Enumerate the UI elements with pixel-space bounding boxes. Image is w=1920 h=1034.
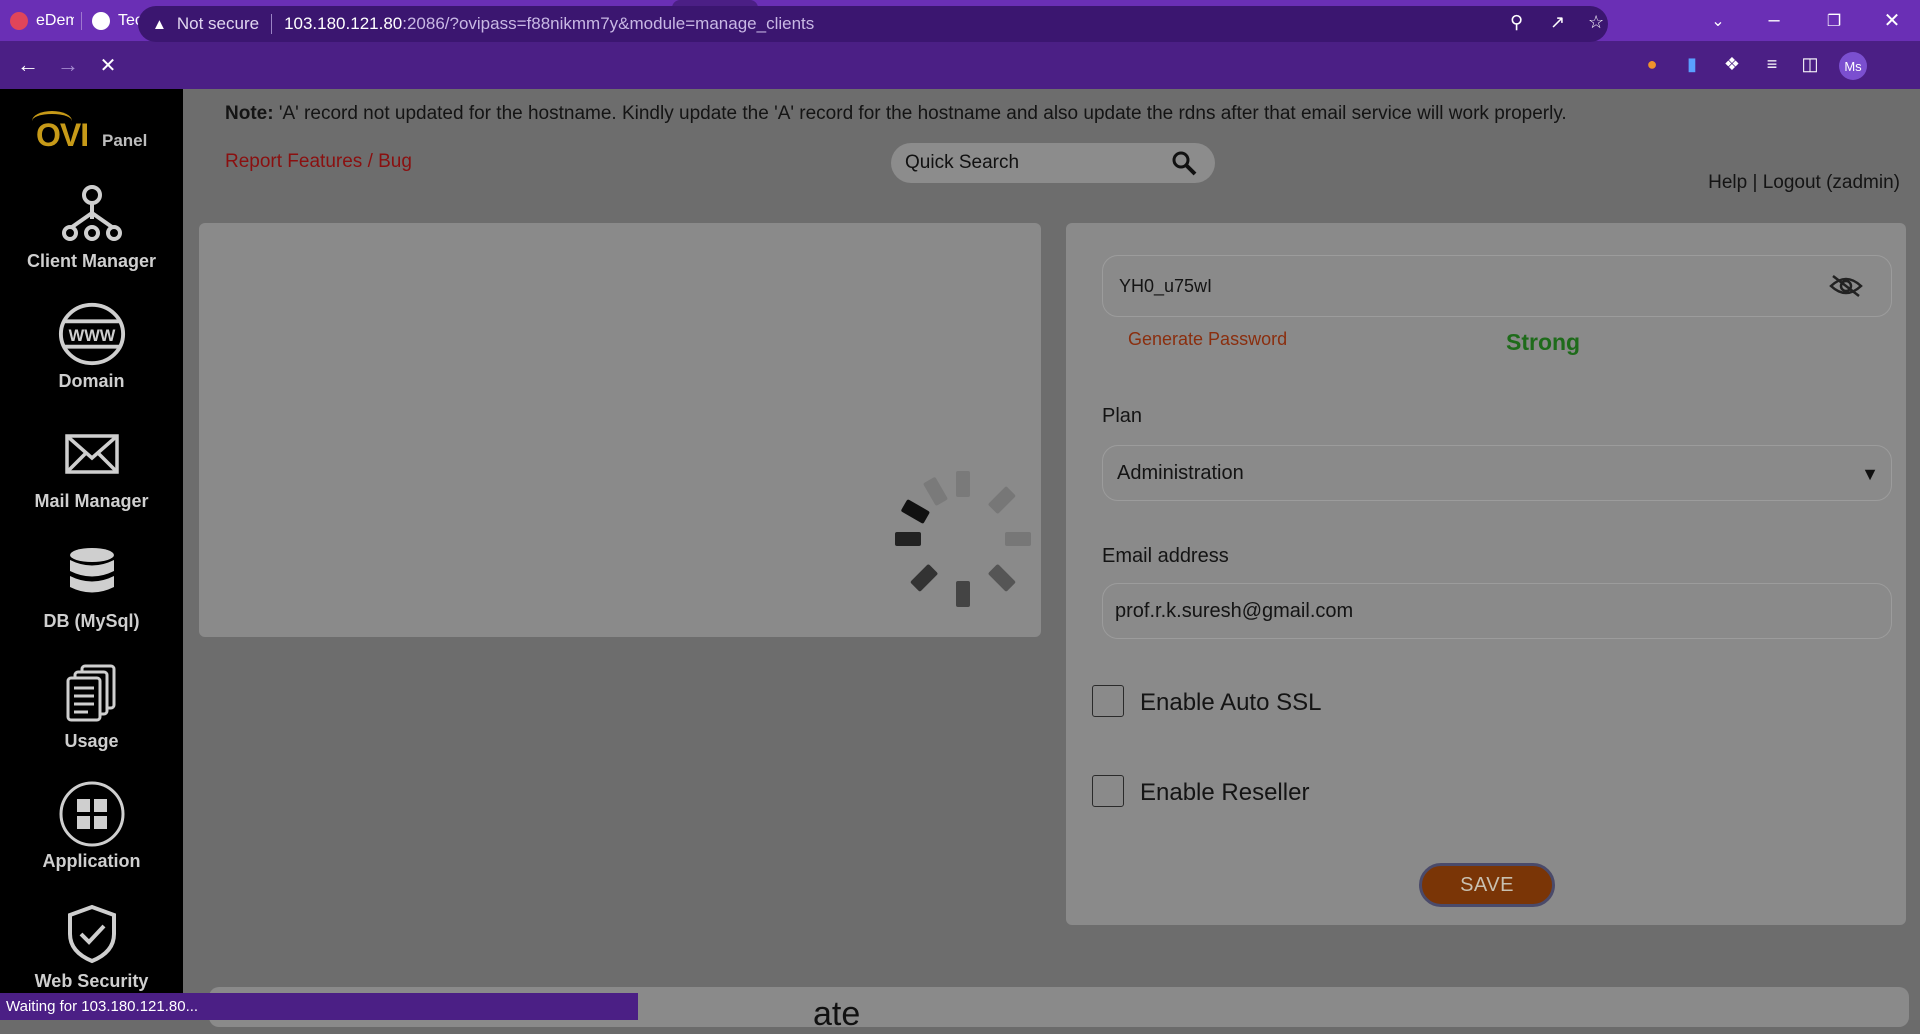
- sidebar-item-client-manager[interactable]: Client Manager: [0, 179, 183, 289]
- sidebar-item-application[interactable]: Application: [0, 779, 183, 889]
- reading-list-icon[interactable]: ≡: [1760, 52, 1784, 76]
- sidebar-item-label: Web Security: [34, 971, 149, 991]
- email-value[interactable]: prof.r.k.suresh@gmail.com: [1115, 600, 1353, 623]
- sidebar-item-label: Domain: [58, 371, 125, 391]
- grid-apps-icon: [57, 779, 127, 849]
- url-path[interactable]: :2086/?ovipass=f88nikmm7y&module=manage_…: [402, 14, 814, 34]
- quick-search[interactable]: [891, 143, 1215, 183]
- dropdown-arrow-icon[interactable]: ▼: [1861, 464, 1879, 485]
- database-icon: [57, 539, 127, 609]
- browser-tab[interactable]: eDem: [0, 0, 82, 41]
- client-form-panel: YH0_u75wI Generate Password Strong Plan …: [1066, 223, 1906, 925]
- tab-favicon-icon: [92, 11, 110, 30]
- browser-status-bubble: Waiting for 103.180.121.80...: [0, 993, 638, 1020]
- sidebar-item-label: DB (MySql): [43, 611, 140, 631]
- client-manager-icon: [57, 179, 127, 249]
- sidebar-item-label: Usage: [64, 731, 119, 751]
- profile-avatar[interactable]: Ms: [1839, 52, 1867, 80]
- note-label: Note:: [225, 103, 274, 124]
- loading-spinner-icon: [895, 471, 1031, 607]
- logo-subtext: Panel: [102, 131, 148, 150]
- forward-icon[interactable]: →: [48, 52, 88, 78]
- report-bug-link[interactable]: Report Features / Bug: [225, 151, 412, 173]
- note-text: 'A' record not updated for the hostname.…: [273, 103, 1567, 124]
- extensions-puzzle-icon[interactable]: ❖: [1720, 52, 1744, 76]
- logo-text: OVI: [36, 117, 89, 153]
- close-window-icon[interactable]: ✕: [1864, 0, 1920, 41]
- auto-ssl-label[interactable]: Enable Auto SSL: [1140, 689, 1321, 717]
- svg-text:WWW: WWW: [68, 326, 115, 345]
- back-icon[interactable]: ←: [8, 52, 48, 78]
- tab-favicon-icon: [10, 11, 28, 30]
- key-icon[interactable]: ⚲: [1510, 12, 1523, 33]
- reseller-label[interactable]: Enable Reseller: [1140, 779, 1309, 807]
- save-button[interactable]: SAVE: [1419, 863, 1555, 907]
- tab-title[interactable]: eDem: [36, 12, 74, 30]
- url-bar[interactable]: ▲ Not secure 103.180.121.80:2086/?ovipas…: [138, 6, 1608, 42]
- ovipanel-logo[interactable]: OVI Panel: [30, 109, 160, 159]
- metamask-extension-icon[interactable]: ●: [1640, 52, 1664, 76]
- sidebar-item-label: Application: [42, 851, 141, 871]
- reseller-checkbox[interactable]: [1092, 775, 1124, 807]
- auto-ssl-checkbox[interactable]: [1092, 685, 1124, 717]
- share-icon[interactable]: ↗: [1550, 12, 1565, 33]
- sidebar-item-db-mysql[interactable]: DB (MySql): [0, 539, 183, 649]
- link-separator: |: [1752, 172, 1758, 193]
- bitwarden-extension-icon[interactable]: ▮: [1680, 52, 1704, 76]
- sidebar: OVI Panel Client Manager WWW Domain Mail…: [0, 89, 183, 1020]
- minimize-icon[interactable]: –: [1746, 0, 1802, 41]
- documents-icon: [57, 659, 127, 729]
- bookmark-star-icon[interactable]: ☆: [1588, 12, 1604, 33]
- address-toolbar: ← → ✕: [0, 41, 1920, 89]
- stop-loading-icon[interactable]: ✕: [88, 53, 128, 78]
- sidebar-item-usage[interactable]: Usage: [0, 659, 183, 769]
- not-secure-label[interactable]: Not secure: [177, 14, 259, 34]
- warning-triangle-icon[interactable]: ▲: [152, 16, 167, 33]
- main-content: Note: 'A' record not updated for the hos…: [183, 89, 1920, 1033]
- sidebar-item-domain[interactable]: WWW Domain: [0, 299, 183, 409]
- email-field[interactable]: prof.r.k.suresh@gmail.com: [1102, 583, 1892, 639]
- url-divider: [271, 14, 273, 34]
- url-host[interactable]: 103.180.121.80: [284, 14, 402, 34]
- hide-password-eye-icon[interactable]: [1829, 272, 1863, 300]
- generate-password-link[interactable]: Generate Password: [1128, 329, 1287, 350]
- password-strength-label: Strong: [1506, 329, 1581, 355]
- plan-selected-value[interactable]: Administration: [1117, 462, 1244, 485]
- sidebar-item-label: Client Manager: [26, 251, 157, 271]
- logout-link[interactable]: Logout (zadmin): [1763, 172, 1900, 193]
- email-label: Email address: [1102, 545, 1229, 567]
- search-icon[interactable]: [1171, 150, 1197, 176]
- password-field[interactable]: YH0_u75wI: [1102, 255, 1892, 317]
- sidebar-item-mail-manager[interactable]: Mail Manager: [0, 419, 183, 529]
- plan-select[interactable]: Administration ▼: [1102, 445, 1892, 501]
- quick-search-input[interactable]: [905, 151, 1155, 175]
- section-heading-partial: ate: [813, 995, 861, 1033]
- help-link[interactable]: Help: [1708, 172, 1747, 193]
- plan-label: Plan: [1102, 405, 1143, 427]
- tab-search-icon[interactable]: ⌄: [1690, 0, 1746, 41]
- hostname-notice: Note: 'A' record not updated for the hos…: [225, 103, 1567, 125]
- side-panel-icon[interactable]: ◫: [1798, 52, 1822, 76]
- www-globe-icon: WWW: [57, 299, 127, 369]
- shield-check-icon: [57, 899, 127, 969]
- restore-icon[interactable]: ❐: [1806, 0, 1862, 41]
- envelope-icon: [57, 419, 127, 489]
- sidebar-item-label: Mail Manager: [34, 491, 149, 511]
- user-links: Help | Logout (zadmin): [1708, 172, 1900, 194]
- password-value[interactable]: YH0_u75wI: [1119, 276, 1212, 297]
